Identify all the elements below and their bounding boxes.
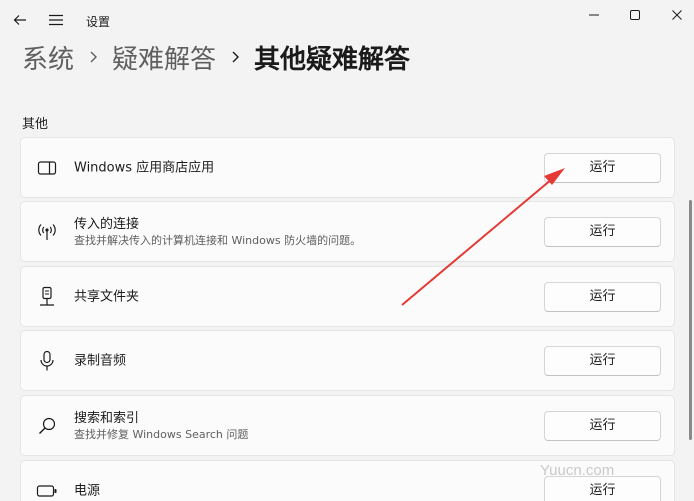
window-title: 设置 [86,15,111,29]
run-button[interactable]: 运行 [544,281,661,312]
chevron-right-icon [74,50,112,64]
run-button[interactable]: 运行 [544,345,661,376]
scrollbar[interactable] [689,200,692,440]
item-title: 录制音频 [74,353,127,368]
troubleshooter-incoming-connections: 传入的连接 查找并解决传入的计算机连接和 Windows 防火墙的问题。 运行 [20,201,675,262]
item-text: 共享文件夹 [74,288,139,305]
troubleshooter-search-indexing: 搜索和索引 查找并修复 Windows Search 问题 运行 [20,395,675,456]
battery-icon [35,479,59,501]
search-icon [35,414,59,438]
breadcrumb: 系统 疑难解答 其他疑难解答 [22,39,411,76]
item-description: 查找并修复 Windows Search 问题 [74,427,249,441]
item-text: Windows 应用商店应用 [74,159,214,176]
maximize-button[interactable] [620,4,650,26]
tablet-app-icon [35,156,59,180]
back-arrow-icon[interactable] [10,10,30,30]
maximize-icon [630,10,640,20]
item-description: 查找并解决传入的计算机连接和 Windows 防火墙的问题。 [74,233,362,247]
troubleshooter-store-apps: Windows 应用商店应用 运行 [20,137,675,198]
run-button[interactable]: 运行 [544,475,661,501]
item-text: 传入的连接 查找并解决传入的计算机连接和 Windows 防火墙的问题。 [74,216,361,248]
title-bar: 设置 [0,0,694,40]
watermark: Yuucn.com [540,462,615,479]
broadcast-icon [35,220,59,244]
item-title: 搜索和索引 [74,410,140,426]
item-text: 电源 [74,482,100,499]
breadcrumb-troubleshoot[interactable]: 疑难解答 [112,39,216,76]
close-icon [672,10,682,20]
troubleshooter-recording-audio: 录制音频 运行 [20,330,675,391]
item-text: 搜索和索引 查找并修复 Windows Search 问题 [74,410,248,442]
breadcrumb-system[interactable]: 系统 [22,39,74,76]
minimize-icon [589,14,599,16]
run-button[interactable]: 运行 [544,216,661,247]
microphone-icon [35,349,59,373]
network-folder-icon [35,285,59,309]
page-title: 其他疑难解答 [254,44,411,75]
run-button[interactable]: 运行 [544,410,661,441]
minimize-button[interactable] [579,4,609,26]
hamburger-menu-icon[interactable] [46,10,66,30]
chevron-right-icon [216,50,254,64]
item-title: Windows 应用商店应用 [74,160,215,175]
item-title: 共享文件夹 [74,289,140,304]
item-text: 录制音频 [74,352,126,369]
item-title: 传入的连接 [74,216,140,232]
run-button[interactable]: 运行 [544,152,661,183]
troubleshooter-shared-folders: 共享文件夹 运行 [20,266,675,327]
section-label: 其他 [22,117,49,132]
item-title: 电源 [74,483,101,498]
close-button[interactable] [662,4,692,26]
